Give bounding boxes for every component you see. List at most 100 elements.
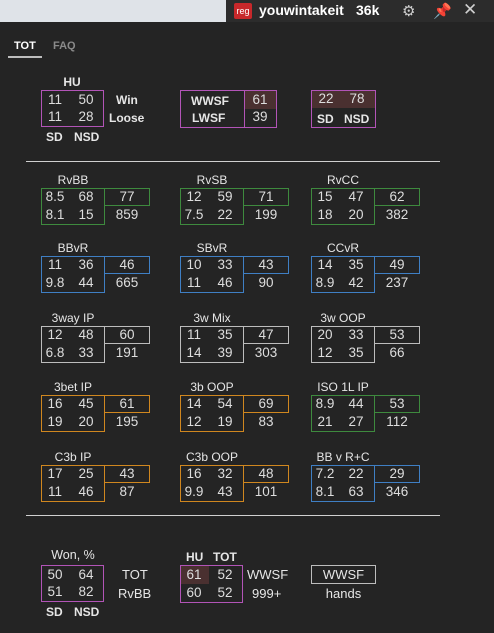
stat-title: CCvR [327,241,359,255]
stat-cell: 36 [78,257,94,272]
stat-cell: 17 [47,466,63,481]
background-window-strip [0,0,226,22]
stat-cell: 10 [186,257,202,272]
tab-tot[interactable]: TOT [14,40,36,52]
stat-value: 46 [119,257,135,272]
stat-cell: 9.9 [184,484,204,499]
wwsf-label: WWSF [191,94,229,108]
tab-faq[interactable]: FAQ [53,40,76,52]
stat-title: RvBB [57,173,89,187]
hu-cell: 28 [78,109,94,124]
hu-tot-col-hu: HU [186,550,204,564]
stat-sample: 101 [254,484,278,499]
stat-value: 53 [389,396,405,411]
lwsf-value: 39 [252,109,268,124]
stat-title: 3bet IP [53,380,93,394]
hu-title: HU [63,75,81,89]
stat-cell: 8.9 [315,396,335,411]
stat-cell: 25 [78,466,94,481]
stat-value: 60 [119,327,135,342]
hu-cell: 11 [47,92,62,107]
wwsf-value: 61 [252,92,268,107]
stat-cell: 59 [217,189,233,204]
stat-value: 61 [119,396,135,411]
stat-sample: 665 [115,275,139,290]
stat-cell: 16 [47,396,63,411]
stat-cell: 19 [217,414,233,429]
won-cell: 51 [47,584,63,599]
stat-cell: 8.1 [45,207,65,222]
stat-sample: 199 [254,207,278,222]
hu-cell: 50 [78,92,94,107]
stat-cell: 11 [186,327,201,342]
stat-cell: 35 [348,257,364,272]
stat-cell: 6.8 [45,345,65,360]
stat-value: 48 [258,466,274,481]
stat-cell: 63 [348,484,364,499]
reg-badge: reg [234,3,252,19]
stat-cell: 14 [317,257,333,272]
stat-cell: 8.1 [315,484,335,499]
stat-cell: 42 [348,275,364,290]
stat-value: 43 [258,257,274,272]
stat-cell: 48 [78,327,94,342]
stat-value: 77 [119,189,135,204]
stat-title: C3b OOP [185,450,239,464]
won-cell: 82 [78,584,94,599]
stat-value: 69 [258,396,274,411]
stat-cell: 16 [186,466,202,481]
stat-title: 3way IP [51,311,95,325]
hu-col-label-nsd: NSD [74,130,100,144]
stat-cell: 19 [47,414,63,429]
close-icon[interactable]: ✕ [463,0,477,20]
stat-cell: 14 [186,345,202,360]
lwsf-label: LWSF [192,111,226,125]
hu-col-label-sd: SD [46,130,63,144]
stat-title: ISO 1L IP [317,380,369,394]
stat-sample: 382 [385,207,409,222]
stat-title: 3w Mix [193,311,231,325]
hu-tot-col-tot: TOT [213,550,237,564]
stat-cell: 12 [186,414,202,429]
hu-row-label-loose: Loose [109,111,145,125]
stat-cell: 54 [217,396,233,411]
stat-sample: 303 [254,345,278,360]
stat-cell: 47 [348,189,364,204]
stat-sample: 112 [386,414,408,429]
hu-tot-row-wwsf: WWSF [247,567,289,582]
stat-title: 3b OOP [190,380,234,394]
gear-icon[interactable]: ⚙ [402,2,415,20]
stat-sample: 87 [119,484,135,499]
stat-cell: 20 [348,207,364,222]
stat-cell: 46 [217,275,233,290]
stat-cell: 35 [217,327,233,342]
stat-cell: 11 [47,484,62,499]
stat-cell: 12 [47,327,63,342]
hu-tot-cell: 52 [217,585,233,600]
stat-cell: 8.9 [315,275,335,290]
hu-cell: 11 [47,109,62,124]
stat-cell: 35 [348,345,364,360]
stat-sample: 191 [115,345,139,360]
stat-cell: 20 [317,327,333,342]
stat-value: 53 [389,327,405,342]
stat-sample: 66 [389,345,405,360]
sd-value: 22 [318,91,334,106]
stat-value: 71 [258,189,274,204]
stat-sample: 83 [258,414,274,429]
stat-cell: 7.5 [184,207,204,222]
stat-cell: 44 [348,396,364,411]
pin-icon[interactable]: 📌 [433,2,452,20]
stat-cell: 46 [78,484,94,499]
stat-title: RvCC [327,173,359,187]
sd-label: SD [317,112,334,126]
stat-cell: 21 [317,414,333,429]
won-row-label-rvbb: RvBB [118,586,152,601]
stat-cell: 20 [78,414,94,429]
stat-sample: 237 [385,275,409,290]
stat-cell: 18 [317,207,333,222]
hu-tot-cell: 61 [186,567,202,582]
won-row-label-tot: TOT [122,567,148,582]
hu-tot-cell: 60 [186,585,202,600]
wwsf-hands-label: WWSF [322,567,365,582]
